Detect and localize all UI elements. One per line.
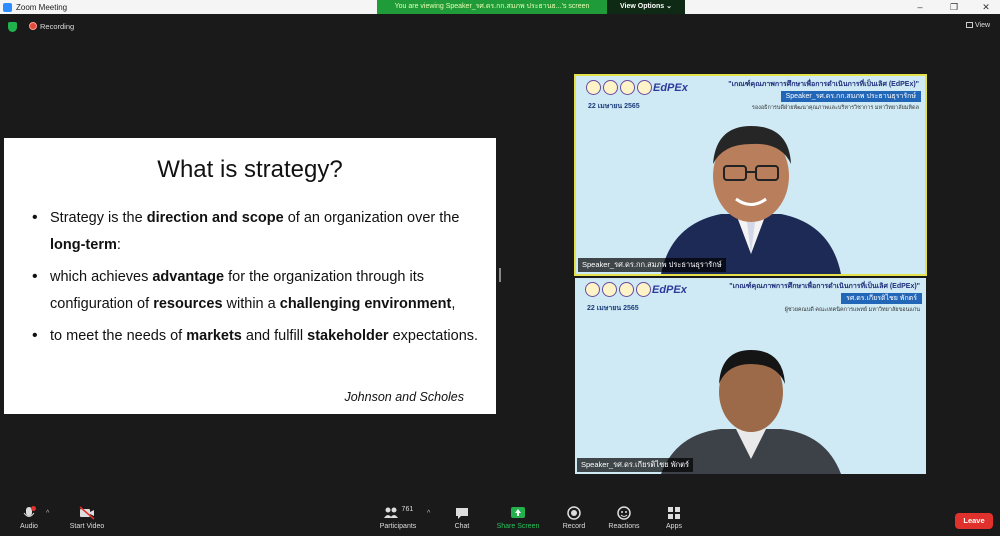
tile-banner: EdPEx 22 เมษายน 2565 "เกณฑ์คุณภาพการศึกษ… (575, 278, 926, 318)
slide-title: What is strategy? (157, 156, 343, 183)
logo-icon (586, 80, 601, 95)
apps-button[interactable]: Apps (662, 506, 686, 530)
institution-logos (586, 80, 652, 95)
view-label: View (975, 22, 991, 29)
video-tile-speaker-1[interactable]: EdPEx 22 เมษายน 2565 "เกณฑ์คุณภาพการศึกษ… (574, 74, 927, 276)
participants-count: 761 (401, 506, 414, 513)
panel-resize-handle[interactable] (499, 268, 501, 282)
shared-slide: What is strategy? Strategy is the direct… (4, 138, 496, 414)
share-screen-label: Share Screen (496, 523, 540, 530)
speaker-title-bar: รศ.ดร.เกียรติไชย พักตร์ (841, 293, 922, 304)
slide-bullet: to meet the needs of markets and fulfill… (32, 322, 482, 350)
leave-button[interactable]: Leave (955, 513, 993, 529)
meeting-toolbar: Audio ^ Start Video 761 Participants ^ C… (0, 502, 1000, 536)
audio-label: Audio (20, 523, 38, 530)
record-label: Record (562, 523, 586, 530)
meeting-status-bar: Recording View (0, 18, 1000, 36)
edpex-brand: EdPEx (653, 82, 688, 94)
minimize-button[interactable]: – (908, 0, 932, 14)
event-title: "เกณฑ์คุณภาพการศึกษาเพื่อการดำเนินการที่… (729, 283, 920, 290)
speaker-video-feed (660, 126, 841, 274)
reactions-label: Reactions (608, 523, 640, 530)
start-video-button[interactable]: Start Video (66, 506, 108, 530)
microphone-icon (23, 506, 36, 517)
security-shield-icon[interactable] (8, 22, 17, 32)
logo-icon (602, 282, 617, 297)
event-title: "เกณฑ์คุณภาพการศึกษาเพื่อการดำเนินการที่… (728, 81, 919, 88)
institution-logos (585, 282, 651, 297)
apps-label: Apps (666, 523, 682, 530)
grid-view-icon (966, 22, 973, 29)
participants-label: Participants (379, 523, 417, 530)
participants-options-caret[interactable]: ^ (427, 510, 430, 517)
share-screen-button[interactable]: Share Screen (494, 506, 542, 530)
audio-button[interactable]: Audio (14, 506, 44, 530)
recording-label: Recording (40, 22, 75, 31)
logo-icon (619, 282, 634, 297)
reactions-button[interactable]: Reactions (606, 506, 642, 530)
participant-name-tag: Speaker_รศ.ดร.กก.สมภพ ประธานธุรารักษ์ (578, 258, 726, 272)
view-button[interactable]: View (966, 20, 992, 32)
slide-bullet: Strategy is the direction and scope of a… (32, 204, 482, 259)
chat-button[interactable]: Chat (450, 506, 474, 530)
event-date: 22 เมษายน 2565 (588, 103, 640, 110)
speaker-title-bar: Speaker_รศ.ดร.กก.สมภพ ประธานธุรารักษ์ (780, 91, 921, 102)
logo-icon (620, 80, 635, 95)
close-button[interactable]: ✕ (974, 0, 998, 14)
screen-share-banner: You are viewing Speaker_รศ.ดร.กก.สมภพ ปร… (377, 0, 607, 14)
record-button[interactable]: Record (560, 506, 588, 530)
logo-icon (636, 282, 651, 297)
logo-icon (637, 80, 652, 95)
participants-button[interactable]: 761 Participants (376, 506, 420, 530)
start-video-label: Start Video (69, 523, 105, 530)
recording-icon[interactable] (29, 22, 37, 30)
share-screen-icon (511, 507, 525, 518)
record-icon (567, 506, 581, 520)
participants-icon: 761 (376, 506, 420, 520)
zoom-app-icon (3, 2, 12, 12)
apps-icon (668, 507, 680, 519)
logo-icon (585, 282, 600, 297)
speaker-video-feed (660, 350, 841, 474)
logo-icon (603, 80, 618, 95)
edpex-brand: EdPEx (652, 284, 687, 296)
participant-name-tag: Speaker_รศ.ดร.เกียรติไชย พักตร์ (577, 458, 694, 472)
chat-label: Chat (454, 523, 470, 530)
view-options-button[interactable]: View Options ⌄ (607, 0, 685, 14)
video-tile-speaker-2[interactable]: EdPEx 22 เมษายน 2565 "เกณฑ์คุณภาพการศึกษ… (575, 278, 926, 474)
speaker-role: ผู้ช่วยคณบดี คณะเทคนิคการแพทย์ มหาวิทยาล… (784, 307, 920, 313)
slide-citation: Johnson and Scholes (344, 390, 464, 404)
slide-bullet-list: Strategy is the direction and scope of a… (32, 204, 482, 355)
window-title: Zoom Meeting (16, 2, 68, 12)
audio-options-caret[interactable]: ^ (46, 510, 49, 517)
event-date: 22 เมษายน 2565 (587, 305, 639, 312)
reactions-icon (617, 506, 631, 520)
slide-bullet: which achieves advantage for the organiz… (32, 263, 482, 318)
video-off-icon (79, 506, 95, 520)
chat-icon (456, 508, 468, 519)
restore-button[interactable]: ❐ (942, 0, 966, 14)
